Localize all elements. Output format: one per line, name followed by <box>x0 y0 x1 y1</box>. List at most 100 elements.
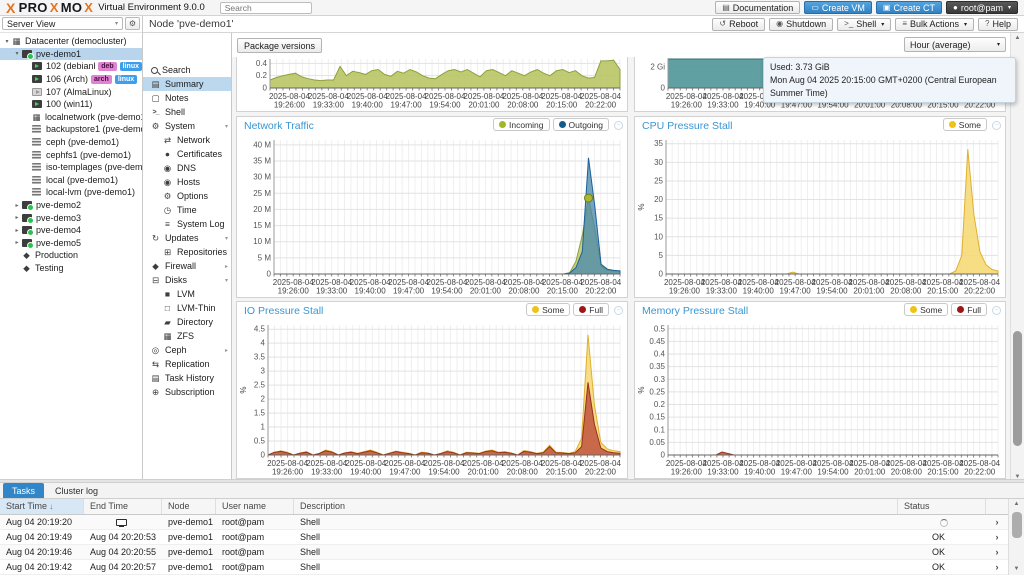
menu-item-task-history[interactable]: ▤Task History <box>143 371 231 385</box>
tab-tasks[interactable]: Tasks <box>3 483 44 498</box>
timeframe-select[interactable]: Hour (average)▾ <box>904 37 1006 52</box>
cpu-usage-chart[interactable]: 00.20.42025-08-0419:26:002025-08-0419:33… <box>238 57 626 110</box>
tree-item-pve-demo4[interactable]: ▸pve-demo4 <box>0 224 142 237</box>
menu-item-system[interactable]: ⚙System▾ <box>143 119 231 133</box>
expander-icon[interactable]: ▸ <box>13 227 21 234</box>
scroll-down-icon[interactable]: ▼ <box>1009 564 1024 575</box>
collapse-chart-icon[interactable]: − <box>614 306 623 315</box>
memory-pressure-chart[interactable]: 00.050.10.150.20.250.30.350.40.450.52025… <box>636 319 1004 477</box>
view-select[interactable]: Server View▾ <box>2 17 123 30</box>
menu-item-certificates[interactable]: ●Certificates <box>143 147 231 161</box>
menu-item-subscription[interactable]: ⊕Subscription <box>143 385 231 399</box>
global-search-input[interactable] <box>220 2 312 14</box>
bulk-actions-button[interactable]: ≡Bulk Actions▾ <box>895 18 974 31</box>
menu-item-dns[interactable]: ◉DNS <box>143 161 231 175</box>
legend-item-some[interactable]: Some <box>526 303 570 316</box>
expander-icon[interactable]: ▸ <box>13 214 21 221</box>
tree-item-pve-demo3[interactable]: ▸pve-demo3 <box>0 211 142 224</box>
expander-icon[interactable]: ▸ <box>13 239 21 246</box>
legend-item-some[interactable]: Some <box>904 303 948 316</box>
column-header-status[interactable]: Status <box>898 499 986 514</box>
tree-item-local-lvm-pve-demo1[interactable]: local-lvm (pve-demo1) <box>0 186 142 199</box>
menu-item-notes[interactable]: ▢Notes <box>143 91 231 105</box>
menu-item-firewall[interactable]: ◆Firewall▸ <box>143 259 231 273</box>
menu-item-search[interactable]: Search <box>143 63 231 77</box>
legend-item-some[interactable]: Some <box>943 118 987 131</box>
task-row[interactable]: Aug 04 20:19:49Aug 04 20:20:53pve-demo1r… <box>0 530 1008 545</box>
menu-item-shell[interactable]: >_Shell <box>143 105 231 119</box>
menu-item-summary[interactable]: ▤Summary <box>143 77 231 91</box>
task-expand-button[interactable]: › <box>986 562 1008 572</box>
menu-item-lvm-thin[interactable]: □LVM-Thin <box>143 301 231 315</box>
column-header-start-time[interactable]: Start Time ↓ <box>0 499 84 514</box>
tree-item-testing[interactable]: ◆Testing <box>0 262 142 275</box>
tree-item-100-win11[interactable]: 100 (win11) <box>0 98 142 111</box>
help-button[interactable]: ?Help <box>978 18 1018 31</box>
tree-settings-button[interactable]: ⚙ <box>125 17 140 30</box>
menu-item-ceph[interactable]: ◎Ceph▸ <box>143 343 231 357</box>
scroll-up-icon[interactable]: ▲ <box>1011 33 1024 44</box>
tree-item-107-almalinux[interactable]: 107 (AlmaLinux) <box>0 85 142 98</box>
tree-item-106-arch[interactable]: 106 (Arch)archlinux <box>0 73 142 86</box>
scrollbar-thumb[interactable] <box>1012 512 1022 538</box>
task-row[interactable]: Aug 04 20:19:46Aug 04 20:20:55pve-demo1r… <box>0 545 1008 560</box>
menu-item-replication[interactable]: ⇆Replication <box>143 357 231 371</box>
io-pressure-chart[interactable]: 00.511.522.533.544.52025-08-0419:26:0020… <box>238 319 626 477</box>
column-header-user-name[interactable]: User name <box>216 499 294 514</box>
legend-item-incoming[interactable]: Incoming <box>493 118 550 131</box>
task-expand-button[interactable]: › <box>986 517 1008 527</box>
legend-item-outgoing[interactable]: Outgoing <box>553 118 610 131</box>
tree-item-pve-demo2[interactable]: ▸pve-demo2 <box>0 199 142 212</box>
collapse-chart-icon[interactable]: − <box>992 121 1001 130</box>
tasks-scrollbar[interactable]: ▲ ▼ <box>1008 499 1024 575</box>
menu-item-time[interactable]: ◷Time <box>143 203 231 217</box>
network-traffic-chart[interactable]: 05 M10 M15 M20 M25 M30 M35 M40 M2025-08-… <box>238 134 626 296</box>
column-header-node[interactable]: Node <box>162 499 216 514</box>
documentation-button[interactable]: ▤Documentation <box>715 1 800 14</box>
shutdown-button[interactable]: ◉Shutdown <box>769 18 833 31</box>
column-header-description[interactable]: Description <box>294 499 898 514</box>
tree-item-backupstore1-pve-demo1[interactable]: backupstore1 (pve-demo1) <box>0 123 142 136</box>
tree-item-102-debianbuster[interactable]: 102 (debianbuster)deblinux <box>0 60 142 73</box>
cpu-pressure-chart[interactable]: 051015202530352025-08-0419:26:002025-08-… <box>636 134 1004 296</box>
expander-icon[interactable]: ▾ <box>13 50 21 57</box>
menu-item-zfs[interactable]: ▦ZFS <box>143 329 231 343</box>
package-versions-button[interactable]: Package versions <box>237 38 322 53</box>
task-row[interactable]: Aug 04 20:19:42Aug 04 20:20:57pve-demo1r… <box>0 560 1008 575</box>
tree-item-ceph-pve-demo1[interactable]: ceph (pve-demo1) <box>0 136 142 149</box>
tab-cluster-log[interactable]: Cluster log <box>46 483 107 498</box>
expander-icon[interactable]: ▸ <box>13 202 21 209</box>
tree-item-pve-demo1[interactable]: ▾pve-demo1 <box>0 48 142 61</box>
collapse-chart-icon[interactable]: − <box>992 306 1001 315</box>
reboot-button[interactable]: ↺Reboot <box>712 18 765 31</box>
menu-item-options[interactable]: ⚙Options <box>143 189 231 203</box>
task-expand-button[interactable]: › <box>986 547 1008 557</box>
menu-item-updates[interactable]: ↻Updates▾ <box>143 231 231 245</box>
menu-item-directory[interactable]: ▰Directory <box>143 315 231 329</box>
expander-icon[interactable]: ▾ <box>3 38 11 45</box>
menu-item-lvm[interactable]: ■LVM <box>143 287 231 301</box>
tree-item-production[interactable]: ◆Production <box>0 249 142 262</box>
user-menu-button[interactable]: ●root@pam▾ <box>946 1 1018 14</box>
menu-item-network[interactable]: ⇄Network <box>143 133 231 147</box>
tree-item-cephfs1-pve-demo1[interactable]: cephfs1 (pve-demo1) <box>0 148 142 161</box>
task-expand-button[interactable]: › <box>986 532 1008 542</box>
create-vm-button[interactable]: ▭Create VM <box>804 1 872 14</box>
create-ct-button[interactable]: ▣Create CT <box>876 1 942 14</box>
scrollbar-thumb[interactable] <box>1013 331 1022 446</box>
tree-item-datacenter-democluster[interactable]: ▾▦Datacenter (democluster) <box>0 35 142 48</box>
scroll-up-icon[interactable]: ▲ <box>1009 499 1024 510</box>
column-header-end-time[interactable]: End Time <box>84 499 162 514</box>
menu-item-repositories[interactable]: ⊞Repositories <box>143 245 231 259</box>
tree-item-iso-templages-pve-demo1[interactable]: iso-templages (pve-demo1) <box>0 161 142 174</box>
collapse-chart-icon[interactable]: − <box>614 121 623 130</box>
tree-item-localnetwork-pve-demo1[interactable]: ▦localnetwork (pve-demo1) <box>0 111 142 124</box>
shell-button[interactable]: >_Shell▾ <box>837 18 891 31</box>
tree-item-pve-demo5[interactable]: ▸pve-demo5 <box>0 237 142 250</box>
menu-item-hosts[interactable]: ◉Hosts <box>143 175 231 189</box>
legend-item-full[interactable]: Full <box>951 303 987 316</box>
menu-item-system-log[interactable]: ≡System Log <box>143 217 231 231</box>
tree-item-local-pve-demo1[interactable]: local (pve-demo1) <box>0 174 142 187</box>
menu-item-disks[interactable]: ⊟Disks▾ <box>143 273 231 287</box>
legend-item-full[interactable]: Full <box>573 303 609 316</box>
